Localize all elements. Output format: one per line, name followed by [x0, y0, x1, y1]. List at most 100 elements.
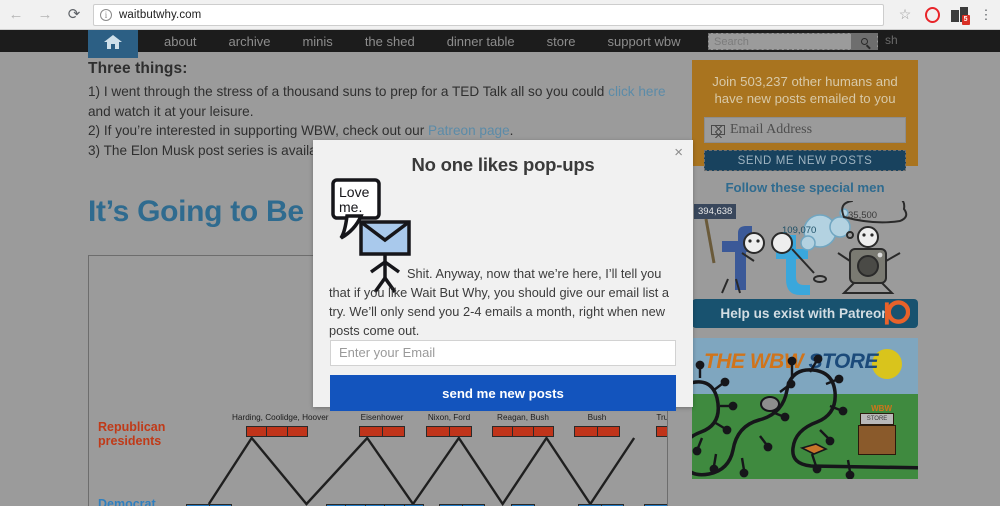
back-arrow-icon[interactable]: ←	[3, 2, 29, 28]
sidebar-email-input[interactable]: Email Address	[704, 117, 906, 143]
nav-home-button[interactable]	[88, 30, 138, 58]
article-line-1-a: 1) I went through the stress of a thousa…	[88, 84, 609, 99]
chart-group-label: Eisenhower	[360, 413, 404, 422]
chart-bar	[359, 426, 405, 437]
store-sign: STORE	[860, 413, 894, 425]
bookmark-star-icon[interactable]: ☆	[892, 2, 918, 28]
modal-title: No one likes pop-ups	[411, 154, 595, 175]
nav-item-store[interactable]: store	[531, 34, 592, 49]
chart-bar-segment	[450, 427, 472, 436]
extension-icon[interactable]: 5	[946, 2, 972, 28]
chart-group-label: Harding, Coolidge, Hoover	[232, 413, 329, 422]
close-icon[interactable]: ×	[674, 145, 683, 160]
modal-submit-button[interactable]: send me new posts	[330, 375, 676, 411]
chart-bar-segment	[657, 427, 667, 436]
site-info-icon[interactable]: i	[100, 8, 112, 21]
patreon-label: Help us exist with Patreon	[720, 306, 890, 321]
social-illustration: 394,638 109,070 35,500	[692, 190, 918, 297]
site-search-placeholder: Search	[714, 35, 749, 48]
facebook-count: 394,638	[694, 204, 737, 219]
search-submit-button[interactable]	[851, 33, 877, 50]
twitter-count: 109,070	[782, 225, 817, 236]
site-search-box[interactable]: Search	[708, 33, 878, 50]
chart-row-label-republican: Republican presidents	[98, 420, 166, 448]
chart-group-label: Bush	[587, 413, 607, 422]
chart-bar-segment	[360, 427, 383, 436]
instagram-icon	[849, 248, 887, 284]
nav-extra-text: sh	[885, 33, 898, 47]
article-line-2: 2) If you’re interested in supporting WB…	[88, 121, 668, 141]
svg-text:me.: me.	[339, 199, 362, 215]
site-navigation: about archive minis the shed dinner tabl…	[0, 30, 1000, 58]
nav-item-the-shed[interactable]: the shed	[349, 34, 431, 49]
nav-item-minis[interactable]: minis	[286, 34, 348, 49]
store-shack	[858, 425, 896, 455]
home-icon	[104, 35, 122, 49]
sidebar: Join 503,237 other humans and have new p…	[692, 60, 918, 479]
article-line-1-b: and watch it at your leisure.	[88, 103, 254, 119]
chart-group-label: Reagan, Bush	[497, 413, 549, 422]
instagram-count: 35,500	[848, 210, 878, 221]
chart-bar-segment	[288, 427, 307, 436]
forward-arrow-icon[interactable]: →	[32, 2, 58, 28]
reload-icon[interactable]: ⟳	[61, 2, 87, 28]
modal-email-input[interactable]: Enter your Email	[330, 340, 676, 366]
opera-extension-icon[interactable]	[919, 2, 945, 28]
chart-bar-segment	[383, 427, 405, 436]
star-glyph: ☆	[898, 6, 912, 22]
chart-group-label: Nixon, Ford	[427, 413, 471, 422]
envelope-icon	[711, 125, 725, 138]
nav-item-support-wbw[interactable]: support wbw	[592, 34, 697, 49]
sidebar-signup-button[interactable]: SEND ME NEW POSTS	[704, 150, 906, 171]
chart-bar	[492, 426, 554, 437]
search-icon	[860, 38, 868, 45]
nav-links: about archive minis the shed dinner tabl…	[148, 30, 697, 52]
chart-bar-segment	[493, 427, 514, 436]
browser-menu-icon[interactable]: ⋮	[973, 2, 999, 28]
chart-bar-segment	[247, 427, 268, 436]
chart-bar	[246, 426, 308, 437]
patreon-page-link[interactable]: Patreon page	[428, 123, 510, 138]
store-wbw-text: WBW	[871, 404, 892, 413]
extension-glyph: 5	[950, 7, 970, 25]
address-bar[interactable]: i waitbutwhy.com	[93, 3, 884, 26]
chart-row-label-democrat: Democratpresidents	[98, 497, 156, 506]
wbw-store-banner[interactable]: THE WBW STORE STORE WBW	[692, 338, 918, 479]
follow-heading: Follow these special men	[725, 180, 885, 195]
modal-body-copy: Shit. Anyway, now that we’re here, I’ll …	[329, 266, 669, 338]
screen: ← → ⟳ i waitbutwhy.com ☆ 5 ⋮ about archi…	[0, 0, 1000, 506]
sidebar-signup-box: Join 503,237 other humans and have new p…	[692, 60, 918, 171]
article-line-2-b: .	[509, 123, 514, 138]
nav-item-archive[interactable]: archive	[213, 34, 287, 49]
modal-body-text: Shit. Anyway, now that we’re here, I’ll …	[329, 264, 677, 340]
article-heading: Three things:	[88, 60, 188, 77]
page-title: It’s Going to Be	[88, 195, 304, 228]
sidebar-email-placeholder: Email Address	[730, 122, 813, 137]
chart-bar-segment	[598, 427, 620, 436]
chart-bar	[426, 426, 472, 437]
chart-bar	[574, 426, 620, 437]
patreon-logo-icon	[884, 300, 910, 325]
address-bar-url: waitbutwhy.com	[119, 8, 202, 21]
browser-toolbar: ← → ⟳ i waitbutwhy.com ☆ 5 ⋮	[0, 0, 1000, 30]
page-content: about archive minis the shed dinner tabl…	[0, 30, 1000, 506]
opera-o-shape	[924, 6, 940, 23]
chart-bar-segment	[267, 427, 288, 436]
nav-item-about[interactable]: about	[148, 34, 213, 49]
signup-lead-text: Join 503,237 other humans and have new p…	[712, 74, 898, 106]
chart-bar-segment	[534, 427, 553, 436]
ted-talk-link[interactable]: click here	[608, 84, 665, 99]
chart-bar-segment	[427, 427, 450, 436]
kebab-glyph: ⋮	[979, 6, 993, 22]
svg-text:Love: Love	[339, 184, 370, 200]
article-line-1: 1) I went through the stress of a thousa…	[88, 82, 668, 121]
patreon-button[interactable]: Help us exist with Patreon	[692, 299, 918, 328]
chart-bar-segment	[575, 427, 598, 436]
chart-group-label: Trump	[656, 413, 668, 422]
article-line-2-a: 2) If you’re interested in supporting WB…	[88, 123, 429, 138]
chart-bar	[656, 426, 667, 437]
extension-badge-count: 5	[961, 15, 970, 25]
chart-bar-segment	[513, 427, 534, 436]
popup-modal: × No one likes pop-ups Love me. Shit. An…	[313, 140, 693, 411]
nav-item-dinner-table[interactable]: dinner table	[431, 34, 531, 49]
